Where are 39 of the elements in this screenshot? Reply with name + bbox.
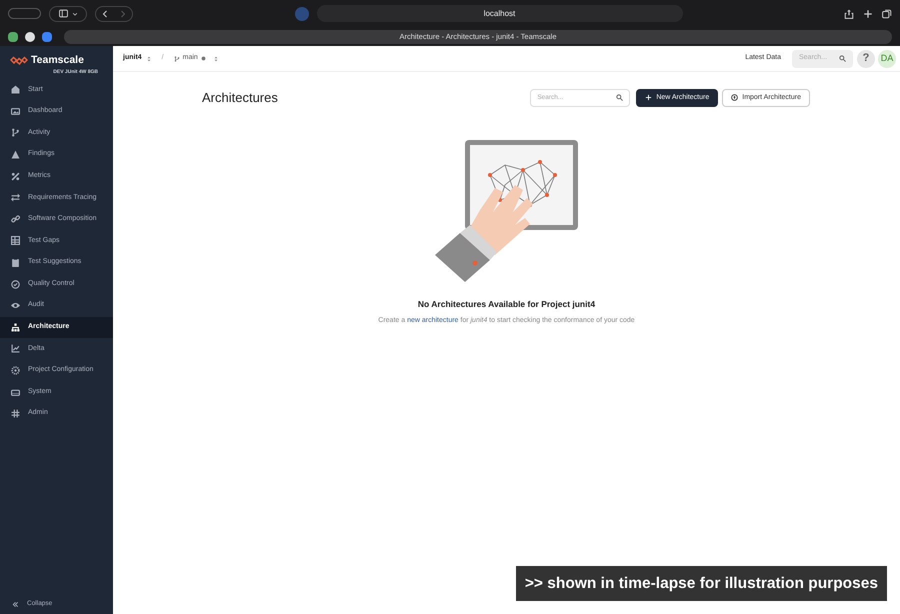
image-icon — [11, 106, 20, 116]
help-button[interactable]: ? — [857, 50, 875, 68]
user-avatar[interactable]: DA — [878, 50, 896, 68]
grid-icon — [11, 236, 20, 246]
forward-icon — [119, 10, 127, 18]
page-title: Architectures — [202, 89, 278, 107]
overlay-caption: >> shown in time-lapse for illustration purposes — [516, 566, 887, 601]
double-chevron-icon — [12, 600, 19, 608]
search-icon — [616, 94, 624, 102]
eye-icon — [11, 301, 20, 310]
logo-text: Teamscale — [31, 53, 84, 68]
empty-state-heading: No Architectures Available for Project junit4 — [418, 298, 596, 310]
plus-icon — [645, 94, 652, 102]
share-icon — [844, 8, 854, 18]
upload-circle-icon — [731, 94, 738, 102]
clipboard-icon — [11, 258, 20, 268]
hash-icon — [11, 409, 20, 418]
check-circle-icon — [11, 280, 20, 289]
drive-icon — [11, 388, 20, 397]
home-icon — [11, 85, 20, 94]
address-bar[interactable]: localhost — [316, 5, 682, 22]
up-down-caret-icon — [146, 56, 152, 62]
branch-icon — [11, 128, 20, 138]
warning-icon — [11, 150, 20, 160]
back-icon — [101, 10, 109, 18]
branch-icon — [174, 56, 180, 62]
link-icon — [11, 214, 20, 224]
percent-icon — [11, 172, 20, 181]
hierarchy-icon — [11, 322, 20, 332]
tabs-icon — [882, 8, 892, 18]
sidebar-icon — [58, 9, 68, 18]
up-down-caret-icon — [212, 56, 219, 62]
chevron-down-icon — [72, 10, 78, 16]
chart-icon — [11, 344, 20, 354]
plus-icon — [863, 8, 873, 18]
logo-icon — [10, 56, 28, 66]
arrows-icon — [11, 193, 20, 202]
search-icon — [839, 55, 846, 62]
sidebar-menu-button[interactable] — [49, 6, 87, 22]
